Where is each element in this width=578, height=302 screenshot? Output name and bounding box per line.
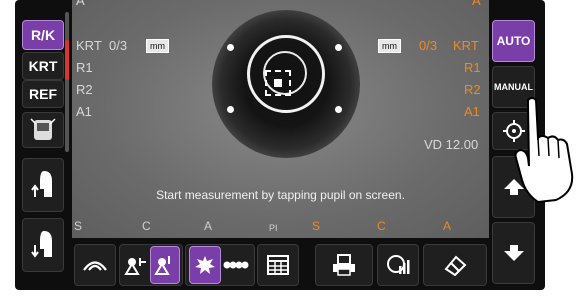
rk-mode-button[interactable]: R/K <box>22 20 64 50</box>
mm-badge-left: mm <box>146 39 169 53</box>
c-right-label: C <box>377 219 386 233</box>
move-down-button[interactable] <box>492 222 535 284</box>
instruction-message: Start measurement by tapping pupil on sc… <box>156 188 405 202</box>
auto-mode-label: AUTO <box>496 34 531 48</box>
data-table-button[interactable] <box>257 244 299 286</box>
krt-mode-button[interactable]: KRT <box>22 52 64 80</box>
patient-head-icon <box>30 118 56 140</box>
patient-view-button[interactable] <box>22 112 64 148</box>
nearpoint-button[interactable] <box>377 244 419 286</box>
auto-mode-button[interactable]: AUTO <box>492 20 535 62</box>
eye-camera-view[interactable]: A KRT 0/3 mm R1 R2 A1 mm 0/3 KRT R1 R2 A… <box>72 0 489 238</box>
count-left: 0/3 <box>109 38 128 53</box>
chinrest-down-icon <box>31 231 52 258</box>
eyelid-button[interactable] <box>74 244 116 286</box>
clear-button[interactable] <box>423 244 487 286</box>
dots-icon <box>223 261 249 269</box>
a-right-label: A <box>443 219 452 233</box>
table-icon <box>267 255 289 275</box>
ref-mode-label: REF <box>29 86 57 102</box>
a-left-label: A <box>204 219 213 233</box>
eye-arc-icon <box>83 261 107 271</box>
arrow-down-icon <box>503 245 524 261</box>
fog-house-icon <box>124 258 146 275</box>
fogging-group <box>119 244 183 286</box>
top-left-axis-label: A <box>76 0 85 8</box>
pi-label: PI <box>269 223 278 233</box>
rk-mode-label: R/K <box>30 27 56 43</box>
left-scrollbar[interactable] <box>65 12 69 152</box>
vertex-distance: VD 12.00 <box>424 137 479 152</box>
krt-mode-label: KRT <box>28 58 58 74</box>
reflection-dot <box>335 106 342 113</box>
zoom-group <box>185 244 255 286</box>
printer-icon <box>333 254 355 276</box>
c-left-label: C <box>142 219 151 233</box>
fog-on-icon <box>154 256 170 275</box>
pointing-hand-icon <box>514 97 574 204</box>
chinrest-down-button[interactable] <box>22 218 64 272</box>
r1-left-label: R1 <box>76 60 93 75</box>
fogging-on-button[interactable] <box>150 246 180 284</box>
reflection-dot <box>335 44 342 51</box>
mm-badge-right: mm <box>378 39 401 53</box>
reflection-dot <box>227 44 234 51</box>
manual-mode-label: MANUAL <box>494 82 533 92</box>
r1-right-label: R1 <box>464 60 481 75</box>
lens-bars-icon <box>387 255 410 274</box>
r2-right-label: R2 <box>464 82 481 97</box>
chinrest-up-icon <box>31 171 52 197</box>
eraser-icon <box>444 255 467 276</box>
count-right: 0/3 <box>419 38 438 53</box>
ref-mode-button[interactable]: REF <box>22 80 64 108</box>
a1-right-label: A1 <box>464 104 480 119</box>
fogging-off-button[interactable] <box>122 247 150 283</box>
burst-icon <box>195 256 215 274</box>
device-screen: R/K KRT REF A KRT 0/3 mm R1 R2 A1 mm 0/3… <box>15 0 545 290</box>
pupil-target <box>265 70 291 96</box>
zoom-x2-button[interactable] <box>221 247 251 283</box>
reflection-dot <box>227 106 234 113</box>
print-button[interactable] <box>315 244 373 286</box>
krt-right-label: KRT <box>453 38 479 53</box>
s-left-label: S <box>74 219 83 233</box>
r2-left-label: R2 <box>76 82 93 97</box>
a1-left-label: A1 <box>76 104 92 119</box>
krt-left-label: KRT <box>76 38 102 53</box>
chinrest-up-button[interactable] <box>22 158 64 212</box>
top-right-axis-label: A <box>472 0 481 8</box>
s-right-label: S <box>312 219 321 233</box>
zoom-x1-button[interactable] <box>189 246 221 284</box>
scroll-thumb[interactable] <box>65 40 69 80</box>
